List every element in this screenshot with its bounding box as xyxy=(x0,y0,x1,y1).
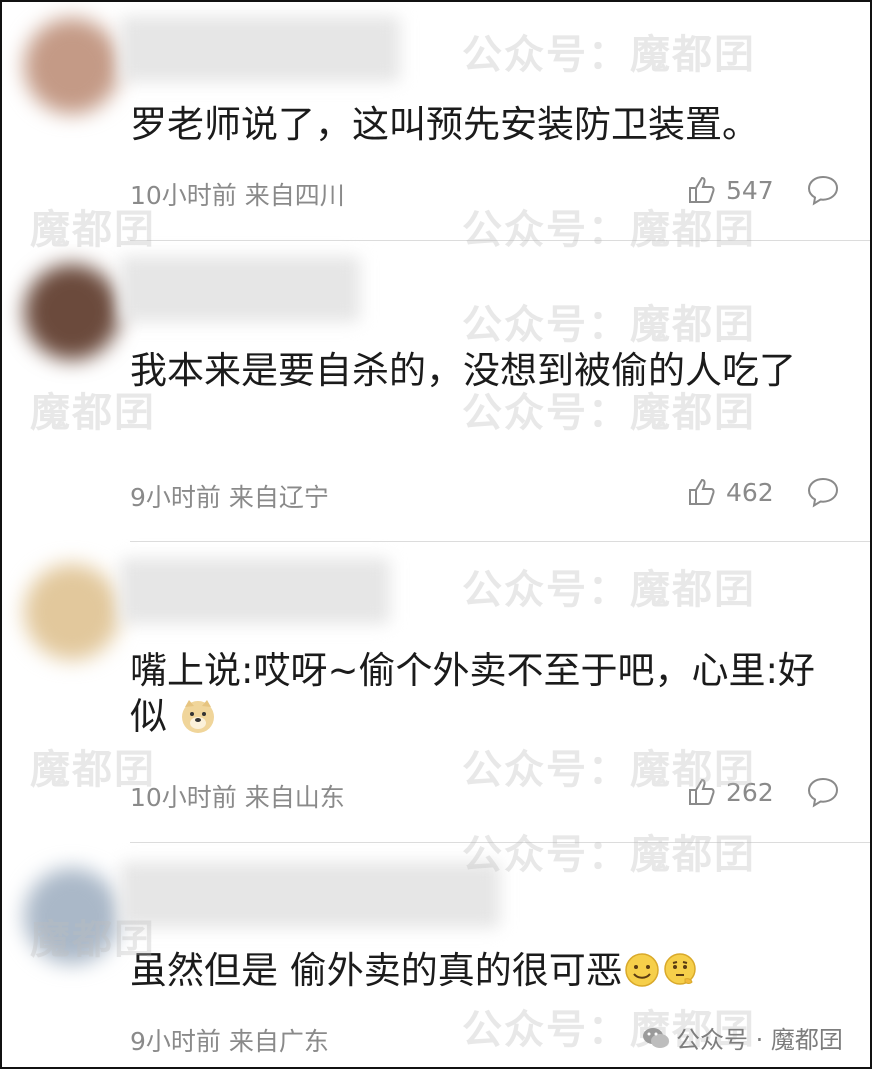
comment-text: 罗老师说了，这叫预先安装防卫装置。 xyxy=(130,103,759,146)
smile-emoji xyxy=(625,953,659,987)
reply-button[interactable] xyxy=(806,776,840,812)
like-button[interactable]: 262 xyxy=(686,776,774,808)
username-blurred[interactable] xyxy=(120,256,360,322)
like-button[interactable]: 547 xyxy=(686,174,774,206)
username-blurred[interactable] xyxy=(120,862,500,928)
avatar[interactable] xyxy=(24,868,120,964)
like-button[interactable]: 462 xyxy=(686,476,774,508)
like-count: 462 xyxy=(726,477,774,507)
comment-text: 嘴上说:哎呀~偷个外卖不至于吧，心里:好似 xyxy=(130,648,830,740)
divider xyxy=(130,842,870,843)
comment-meta: 10小时前 来自山东 xyxy=(130,783,345,812)
doge-emoji xyxy=(181,700,214,733)
thumbs-up-icon xyxy=(689,478,715,505)
avatar[interactable] xyxy=(24,18,120,114)
comment-text: 我本来是要自杀的，没想到被偷的人吃了 xyxy=(130,349,796,392)
wechat-icon xyxy=(643,1027,669,1048)
comment-bubble-icon xyxy=(807,175,839,206)
comment-text-content: 嘴上说:哎呀~偷个外卖不至于吧，心里:好似 xyxy=(130,649,815,738)
comment-item: 罗老师说了，这叫预先安装防卫装置。 10小时前 来自四川 547 xyxy=(2,2,870,242)
reply-button[interactable] xyxy=(806,174,840,210)
comment-meta: 9小时前 来自辽宁 xyxy=(130,483,329,512)
comment-item: 我本来是要自杀的，没想到被偷的人吃了 9小时前 来自辽宁 462 xyxy=(2,242,870,542)
comment-text-content: 虽然但是 偷外卖的真的很可恶 xyxy=(130,949,623,992)
brand-watermark: 公众号 · 魔都囝 xyxy=(642,1020,843,1055)
comment-meta: 9小时前 来自广东 xyxy=(130,1027,329,1056)
divider xyxy=(130,240,870,241)
comment-list: 罗老师说了，这叫预先安装防卫装置。 10小时前 来自四川 547 我本来是要自杀… xyxy=(0,0,872,1069)
thumbs-up-icon xyxy=(689,176,715,203)
like-count: 547 xyxy=(726,175,774,205)
brand-label: 公众号 · 魔都囝 xyxy=(676,1026,843,1054)
comment-bubble-icon xyxy=(807,777,839,808)
avatar[interactable] xyxy=(24,564,120,660)
reply-button[interactable] xyxy=(806,476,840,512)
like-count: 262 xyxy=(726,777,774,807)
avatar[interactable] xyxy=(24,264,120,360)
comment-bubble-icon xyxy=(807,477,839,508)
comment-item: 嘴上说:哎呀~偷个外卖不至于吧，心里:好似 10小时前 来自山东 262 xyxy=(2,542,870,844)
username-blurred[interactable] xyxy=(120,16,400,82)
comment-text: 虽然但是 偷外卖的真的很可恶 xyxy=(130,948,830,994)
username-blurred[interactable] xyxy=(120,558,390,624)
thinking-emoji xyxy=(664,953,696,985)
comment-meta: 10小时前 来自四川 xyxy=(130,181,345,210)
thumbs-up-icon xyxy=(689,778,715,805)
